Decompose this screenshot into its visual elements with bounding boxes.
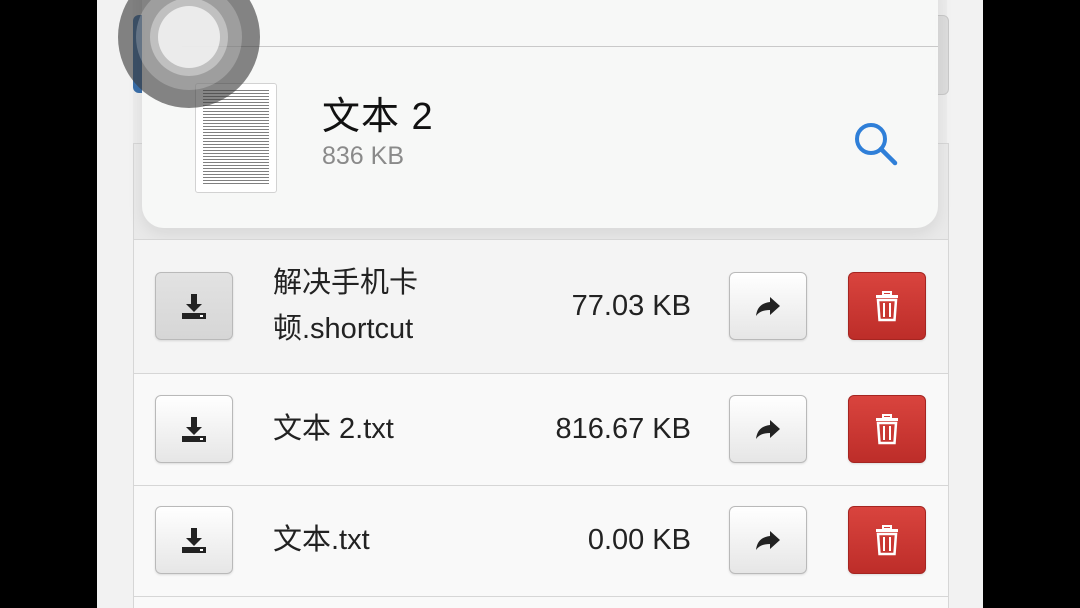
table-row: 解决手机卡顿.shortcut 77.03 KB bbox=[134, 239, 948, 373]
file-name[interactable]: 文本.txt bbox=[273, 517, 473, 563]
assistive-touch-ring-inner bbox=[158, 6, 220, 68]
search-icon[interactable] bbox=[850, 118, 902, 170]
share-icon bbox=[756, 297, 780, 316]
document-thumbnail-lines bbox=[203, 90, 269, 186]
share-button[interactable] bbox=[729, 506, 807, 574]
file-name[interactable]: 文本 2.txt bbox=[273, 406, 473, 452]
delete-button[interactable] bbox=[848, 506, 926, 574]
preview-divider bbox=[182, 46, 938, 47]
delete-button[interactable] bbox=[848, 272, 926, 340]
table-row: 文本 2.txt 816.67 KB bbox=[134, 373, 948, 485]
share-icon bbox=[756, 531, 780, 550]
download-button[interactable] bbox=[155, 272, 233, 340]
file-size: 0.00 KB bbox=[587, 524, 691, 556]
table-row: 文本.txt 0.00 KB bbox=[134, 485, 948, 596]
file-preview-card[interactable]: 文本 2 836 KB bbox=[142, 0, 938, 228]
trash-icon bbox=[876, 414, 898, 445]
trash-icon bbox=[876, 291, 898, 322]
download-button[interactable] bbox=[155, 506, 233, 574]
preview-title: 文本 2 bbox=[322, 96, 434, 138]
preview-file-size: 836 KB bbox=[322, 142, 405, 170]
file-size: 816.67 KB bbox=[555, 413, 691, 445]
file-table: 解决手机卡顿.shortcut 77.03 KB 文本 2.txt 816.67… bbox=[133, 239, 949, 608]
share-button[interactable] bbox=[729, 272, 807, 340]
file-name[interactable]: 解决手机卡顿.shortcut bbox=[273, 260, 473, 352]
file-size: 77.03 KB bbox=[571, 290, 691, 322]
delete-button[interactable] bbox=[848, 395, 926, 463]
trash-icon bbox=[876, 525, 898, 556]
download-icon bbox=[182, 294, 206, 319]
download-button[interactable] bbox=[155, 395, 233, 463]
share-button[interactable] bbox=[729, 395, 807, 463]
share-icon bbox=[756, 420, 780, 439]
table-row bbox=[134, 596, 948, 608]
download-icon bbox=[182, 417, 206, 442]
download-icon bbox=[182, 528, 206, 553]
